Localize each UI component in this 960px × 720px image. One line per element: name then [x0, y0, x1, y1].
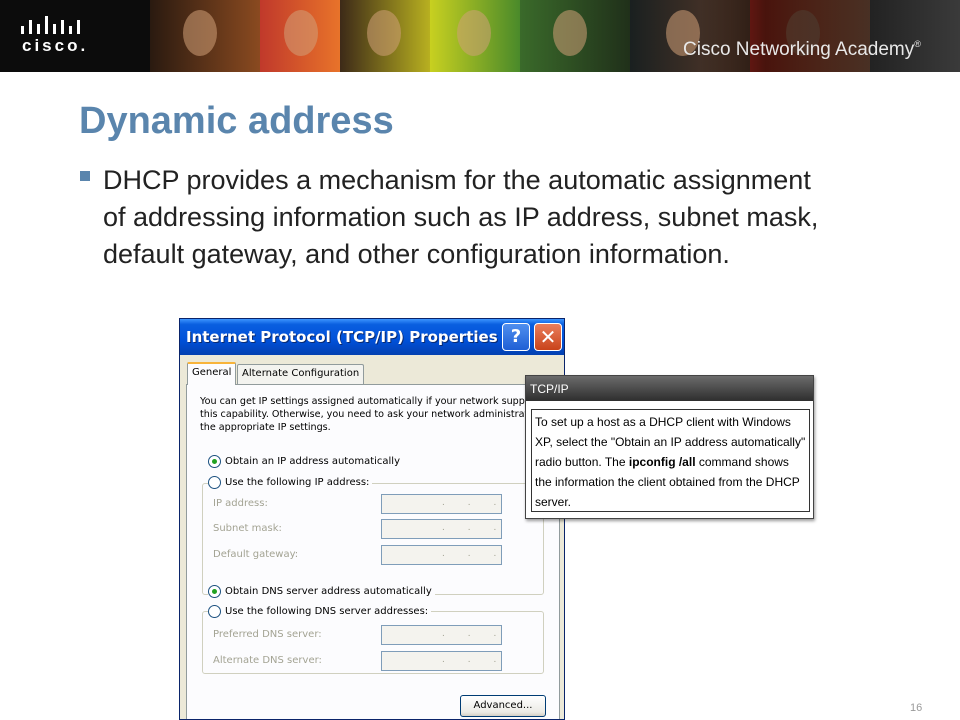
slide-title: Dynamic address [79, 100, 394, 142]
tcpip-callout: TCP/IP To set up a host as a DHCP client… [525, 375, 814, 519]
alternate-dns-label: Alternate DNS server: [213, 655, 322, 666]
ip-dots: ... [442, 548, 520, 559]
radio-label: Use the following DNS server addresses: [225, 605, 429, 617]
banner-photo [430, 0, 520, 72]
radio-label: Obtain an IP address automatically [225, 455, 401, 467]
radio-label: Use the following IP address: [225, 476, 370, 488]
tab-alternate-configuration[interactable]: Alternate Configuration [237, 364, 365, 384]
radio-obtain-ip-auto[interactable]: Obtain an IP address automatically [208, 453, 404, 469]
ip-dots: ... [442, 628, 520, 639]
help-icon: ? [510, 326, 522, 347]
page-number: 16 [910, 702, 923, 714]
cisco-logo: cisco. [0, 0, 150, 72]
dialog-titlebar[interactable]: Internet Protocol (TCP/IP) Properties ? … [180, 319, 564, 355]
banner-photo [150, 0, 260, 72]
help-button[interactable]: ? [502, 323, 530, 351]
bullet-text: DHCP provides a mechanism for the automa… [103, 165, 819, 269]
ip-dots: ... [442, 654, 520, 665]
ip-dots: ... [442, 522, 520, 533]
callout-body: To set up a host as a DHCP client with W… [531, 409, 810, 512]
subnet-mask-input[interactable]: ... [381, 519, 502, 539]
academy-backdrop [700, 0, 960, 72]
cisco-bridge-icon [21, 16, 80, 34]
info-line: You can get IP settings assigned automat… [200, 396, 544, 407]
radio-checked-icon[interactable] [208, 454, 221, 468]
academy-title: Cisco Networking Academy® [683, 39, 921, 61]
header-banner: cisco. Cisco Networking Academy® [0, 0, 960, 72]
callout-header: TCP/IP [526, 376, 813, 401]
trademark-mark: ® [914, 39, 921, 49]
radio-use-following-dns[interactable]: Use the following DNS server addresses: [208, 603, 432, 619]
ip-dots: ... [442, 497, 520, 508]
academy-title-text: Cisco Networking Academy [683, 39, 915, 60]
dialog-title: Internet Protocol (TCP/IP) Properties [186, 328, 498, 346]
callout-title: TCP/IP [530, 382, 569, 396]
tab-general[interactable]: General [187, 362, 237, 385]
subnet-mask-label: Subnet mask: [213, 523, 282, 534]
radio-obtain-dns-auto[interactable]: Obtain DNS server address automatically [208, 583, 435, 599]
close-button[interactable]: ✕ [534, 323, 562, 351]
radio-unchecked-icon[interactable] [208, 604, 221, 618]
radio-use-following-ip[interactable]: Use the following IP address: [208, 474, 373, 490]
info-line: the appropriate IP settings. [200, 422, 331, 433]
bullet-square-icon [80, 171, 90, 181]
info-text: You can get IP settings assigned automat… [200, 395, 551, 434]
banner-photo [520, 0, 630, 72]
ip-address-input[interactable]: ... [381, 494, 502, 514]
preferred-dns-input[interactable]: ... [381, 625, 502, 645]
cisco-logo-text: cisco. [22, 36, 89, 55]
preferred-dns-label: Preferred DNS server: [213, 629, 322, 640]
radio-unchecked-icon[interactable] [208, 475, 221, 489]
radio-label: Obtain DNS server address automatically [225, 585, 432, 597]
info-line: this capability. Otherwise, you need to … [200, 409, 551, 420]
default-gateway-input[interactable]: ... [381, 545, 502, 565]
default-gateway-label: Default gateway: [213, 549, 299, 560]
callout-command: ipconfig /all [628, 455, 696, 469]
radio-checked-icon[interactable] [208, 584, 221, 598]
close-icon: ✕ [539, 325, 557, 349]
tcpip-properties-dialog: Internet Protocol (TCP/IP) Properties ? … [179, 318, 565, 720]
advanced-button[interactable]: Advanced... [460, 695, 546, 717]
banner-photo [260, 0, 340, 72]
ip-address-label: IP address: [213, 498, 268, 509]
alternate-dns-input[interactable]: ... [381, 651, 502, 671]
banner-photo [340, 0, 430, 72]
